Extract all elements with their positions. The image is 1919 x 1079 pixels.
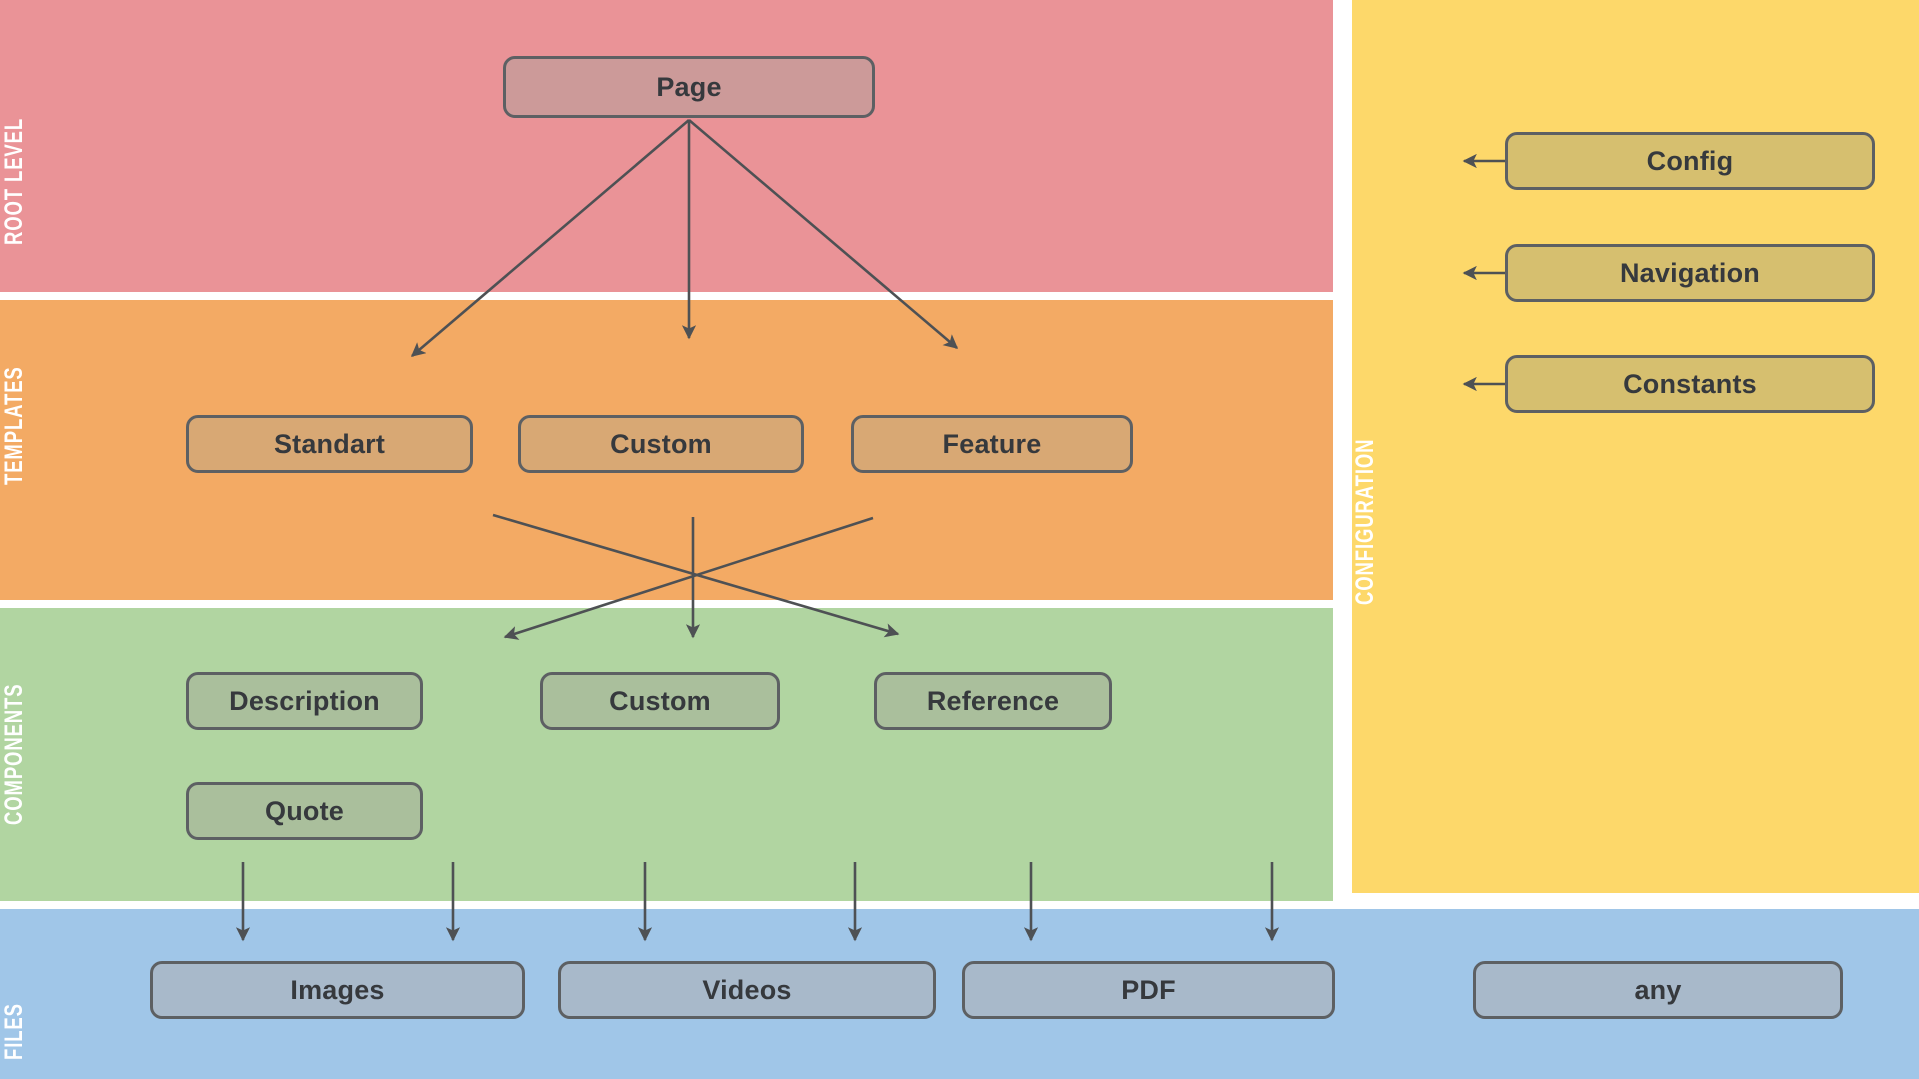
node-constants[interactable]: Constants (1505, 355, 1875, 413)
node-custom-template[interactable]: Custom (518, 415, 804, 473)
node-description[interactable]: Description (186, 672, 423, 730)
diagram-canvas: ROOT LEVEL TEMPLATES COMPONENTS FILES CO… (0, 0, 1919, 1079)
band-caption-configuration: CONFIGURATION (1351, 438, 1379, 605)
band-caption-templates: TEMPLATES (0, 366, 28, 485)
node-pdf[interactable]: PDF (962, 961, 1335, 1019)
node-navigation[interactable]: Navigation (1505, 244, 1875, 302)
node-any[interactable]: any (1473, 961, 1843, 1019)
band-caption-components: COMPONENTS (0, 683, 28, 825)
node-page[interactable]: Page (503, 56, 875, 118)
band-caption-root-level: ROOT LEVEL (0, 117, 28, 245)
node-feature[interactable]: Feature (851, 415, 1133, 473)
node-config[interactable]: Config (1505, 132, 1875, 190)
node-images[interactable]: Images (150, 961, 525, 1019)
band-components (0, 608, 1333, 901)
node-reference[interactable]: Reference (874, 672, 1112, 730)
band-root-level (0, 0, 1333, 292)
band-caption-files: FILES (0, 1003, 28, 1060)
node-quote[interactable]: Quote (186, 782, 423, 840)
node-standart[interactable]: Standart (186, 415, 473, 473)
node-custom-component[interactable]: Custom (540, 672, 780, 730)
node-videos[interactable]: Videos (558, 961, 936, 1019)
